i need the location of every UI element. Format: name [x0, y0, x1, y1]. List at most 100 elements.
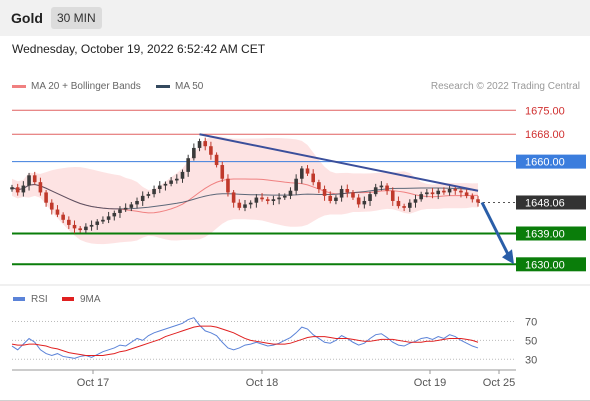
- candle-body: [21, 185, 26, 193]
- level-label-1668.00: 1668.00: [525, 129, 565, 141]
- rsi-layer: 70 50 30: [0, 284, 590, 366]
- candle-body: [288, 190, 293, 196]
- candle-body: [425, 192, 429, 195]
- candle-body: [10, 187, 14, 190]
- x-axis: Oct 17 Oct 18 Oct 19 Oct 25: [12, 369, 516, 389]
- candle-body: [101, 219, 105, 222]
- candle-body: [254, 197, 259, 203]
- candle-body: [152, 189, 156, 195]
- x-tick-label: Oct 19: [414, 377, 446, 389]
- candle-body: [373, 187, 378, 195]
- candle-body: [277, 197, 281, 200]
- candle-body: [408, 202, 412, 208]
- candle-body: [260, 197, 264, 200]
- candle-body: [339, 189, 344, 198]
- candle-body: [430, 192, 435, 195]
- rsi-tick-50: 50: [525, 335, 537, 347]
- x-tick-label: Oct 18: [246, 377, 278, 389]
- candle-body: [413, 199, 418, 203]
- candle-body: [322, 189, 327, 196]
- level-label-1639.00: 1639.00: [525, 229, 565, 241]
- candle-body: [123, 207, 128, 210]
- x-tick-label: Oct 25: [483, 377, 515, 389]
- candle-body: [214, 154, 219, 166]
- candle-body: [180, 171, 185, 179]
- candle-body: [271, 199, 276, 201]
- candle-body: [237, 202, 242, 208]
- candle-body: [243, 204, 247, 208]
- bollinger-layer: [12, 136, 478, 245]
- candle-body: [38, 182, 43, 193]
- candle-body: [476, 199, 480, 203]
- x-tick-label: Oct 17: [77, 377, 109, 389]
- candle-body: [231, 192, 236, 203]
- candle-body: [300, 168, 304, 179]
- candle-body: [163, 183, 168, 186]
- rsi-tick-30: 30: [525, 354, 537, 366]
- candle-body: [453, 189, 458, 191]
- candle-body: [55, 209, 60, 215]
- candle-body: [95, 221, 100, 225]
- candle-body: [379, 185, 384, 188]
- candle-body: [368, 194, 372, 201]
- candle-body: [459, 190, 463, 193]
- candle-body: [345, 189, 350, 193]
- candle-body: [442, 190, 446, 193]
- candle-body: [118, 209, 122, 213]
- candle-body: [15, 187, 20, 193]
- candle-body: [146, 194, 151, 196]
- candle-body: [402, 206, 406, 208]
- level-label-1648.06: 1648.06: [525, 197, 565, 209]
- candle-body: [44, 192, 48, 203]
- candle-body: [447, 189, 452, 193]
- candle-body: [464, 192, 469, 196]
- candle-body: [32, 175, 37, 183]
- candle-body: [129, 204, 134, 208]
- candle-body: [192, 147, 196, 159]
- candle-body: [311, 173, 315, 183]
- candle-body: [72, 224, 77, 229]
- candle-body: [351, 192, 355, 198]
- candle-body: [419, 194, 423, 200]
- candle-body: [328, 195, 333, 201]
- candle-body: [135, 200, 139, 205]
- candle-body: [436, 190, 441, 195]
- candle-body: [226, 178, 230, 193]
- candle-body: [78, 228, 82, 231]
- candle-body: [390, 190, 395, 201]
- candle-body: [197, 141, 202, 148]
- candle-body: [248, 202, 253, 205]
- candle-body: [112, 212, 117, 217]
- candle-body: [140, 195, 145, 201]
- candle-body: [305, 168, 310, 174]
- level-label-1660.00: 1660.00: [525, 157, 565, 169]
- candle-body: [27, 175, 31, 186]
- rsi-tick-70: 70: [525, 316, 537, 328]
- projection-arrow-shaft: [480, 201, 511, 257]
- candle-body: [175, 178, 179, 181]
- candle-body: [61, 214, 65, 220]
- price-chart: 1675.00 1668.00 1660.00 1648.06 1639.00 1630.…: [0, 105, 590, 389]
- candle-body: [356, 197, 361, 205]
- level-labels-layer: 1675.00 1668.00 1660.00 1648.06 1639.00 1630.…: [516, 105, 586, 272]
- candle-body: [49, 202, 54, 210]
- candle-body: [470, 195, 475, 200]
- level-label-1675.00: 1675.00: [525, 105, 565, 117]
- candle-body: [385, 185, 389, 191]
- candle-body: [294, 178, 298, 191]
- candle-body: [334, 197, 338, 201]
- candle-body: [89, 224, 94, 227]
- candle-body: [209, 146, 213, 155]
- candle-body: [396, 200, 401, 207]
- candle-body: [203, 141, 208, 147]
- level-label-1630.00: 1630.00: [525, 259, 565, 271]
- candle-body: [362, 200, 367, 205]
- candle-body: [157, 185, 162, 189]
- candle-body: [265, 199, 270, 201]
- candle-body: [84, 226, 88, 231]
- candle-body: [186, 158, 190, 172]
- candle-body: [282, 195, 287, 198]
- candle-body: [67, 219, 71, 225]
- candle-body: [169, 180, 173, 184]
- candle-body: [317, 182, 321, 189]
